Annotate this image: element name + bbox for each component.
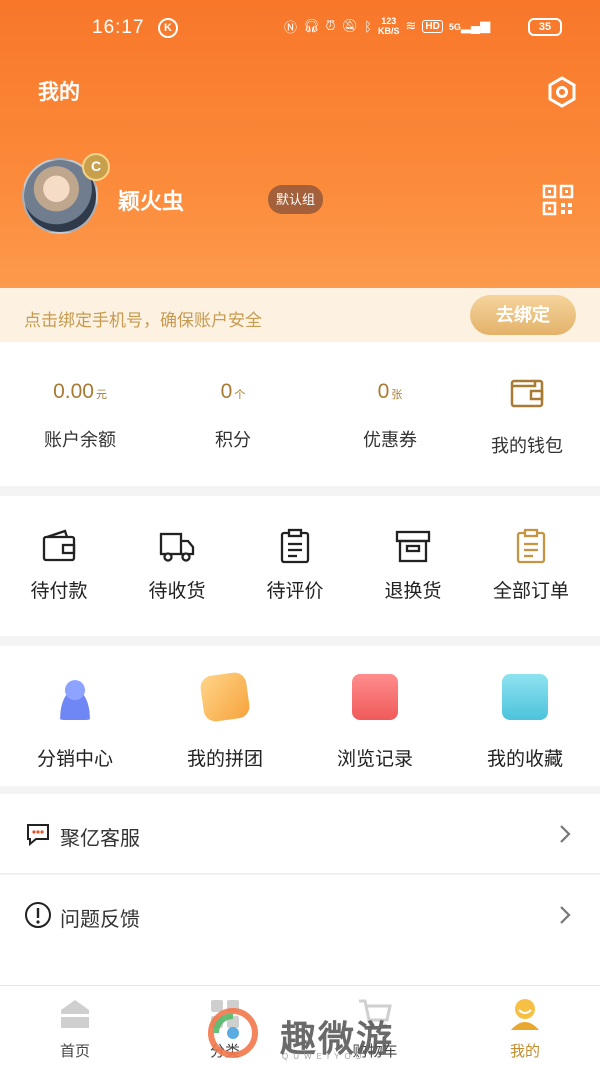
headphone-icon: 🎧︎ [303,18,320,33]
service-label: 我的收藏 [486,749,563,770]
qr-code-icon[interactable] [542,184,574,216]
coupons-amount: 0 [377,380,390,403]
service-group-buy[interactable]: 我的拼团 [150,646,300,786]
order-all[interactable]: 全部订单 [472,496,590,636]
exclamation-circle-icon [25,902,51,928]
alarm-icon: ⏰︎ [325,18,336,33]
clipboard-icon [280,528,310,564]
coupons-unit: 张 [391,389,403,401]
menu-label: 聚亿客服 [60,828,140,850]
balance-label: 账户余额 [44,430,116,450]
signal-type: 5G [448,22,461,32]
balance-unit: 元 [95,389,107,401]
tab-label: 我的 [509,1043,540,1060]
mute-icon: 🔕︎ [341,18,359,33]
coupons-label: 优惠券 [363,430,417,450]
order-label: 待收货 [148,581,206,602]
service-label: 我的拼团 [186,749,263,770]
favorites-folder-icon [502,674,548,720]
wifi-icon: ≋ [405,18,417,33]
group-badge: 默认组 [268,185,324,214]
asset-balance[interactable]: 0.00 元 账户余额 [5,342,155,486]
order-label: 待付款 [30,581,88,602]
hd-badge: HD [422,19,443,33]
status-icons: Ⓝ 🎧︎ ⏰︎ 🔕︎ ᛒ 123 KB/S ≋ HD 5G▂▄▆ [284,16,490,36]
watermark-logo [208,1008,258,1058]
chevron-right-icon [560,825,571,843]
signal-icon: 5G▂▄▆ [448,18,491,33]
truck-icon [159,532,195,562]
wallet-label: 我的钱包 [491,436,563,456]
status-bar: 16:17 K Ⓝ 🎧︎ ⏰︎ 🔕︎ ᛒ 123 KB/S ≋ HD 5G▂▄▆ … [0,12,600,46]
order-list-icon [516,528,546,564]
service-favorites[interactable]: 我的收藏 [450,646,600,786]
page-title: 我的 [38,81,80,104]
net-speed-value: 123 [381,16,397,26]
order-label: 待评价 [266,581,324,602]
assets-card: 0.00 元 账户余额 0个 积分 0张 优惠券 我的钱包 [0,342,600,486]
username[interactable]: 颖火虫 [118,184,184,216]
watermark-subtext: QUWEIYOU [282,1052,367,1061]
status-time: 16:17 [92,17,145,38]
order-pending-payment[interactable]: 待付款 [0,496,118,636]
bind-phone-message: 点击绑定手机号，确保账户安全 [24,311,262,330]
battery-icon: 35 [528,18,562,36]
menu-customer-service[interactable]: 聚亿客服 [0,794,600,874]
settings-icon[interactable] [546,76,578,108]
profile-header: 16:17 K Ⓝ 🎧︎ ⏰︎ 🔕︎ ᛒ 123 KB/S ≋ HD 5G▂▄▆ … [0,0,600,290]
net-speed-unit: KB/S [378,26,400,36]
profile-icon [511,999,539,1030]
nfc-icon: Ⓝ [284,19,298,35]
asset-coupons[interactable]: 0张 优惠券 [315,342,465,486]
points-unit: 个 [234,389,246,401]
distribution-user-icon [52,674,98,720]
menu-label: 问题反馈 [60,909,140,931]
watermark: 趣微游 QUWEIYOU [206,1006,396,1064]
tab-profile[interactable]: 我的 [450,986,600,1067]
points-value: 0个 [158,380,308,404]
chat-bubble-icon [27,824,49,847]
wallet-icon [510,379,544,408]
service-label: 浏览记录 [336,749,413,770]
bind-phone-button[interactable]: 去绑定 [470,295,576,335]
order-label: 退换货 [384,581,442,602]
asset-points[interactable]: 0个 积分 [158,342,308,486]
return-box-icon [395,530,431,563]
orders-card: 待付款 待收货 待评价 退换货 全部订单 [0,496,600,636]
home-icon [61,1000,89,1028]
points-label: 积分 [215,430,251,450]
service-label: 分销中心 [36,749,113,770]
coupons-value: 0张 [315,380,465,404]
chevron-right-icon [560,906,571,924]
status-app-icon: K [158,18,178,38]
service-distribution[interactable]: 分销中心 [0,646,150,786]
balance-value: 0.00 元 [5,380,155,404]
group-buy-icon [199,671,251,723]
history-icon [352,674,398,720]
menu-spacer [0,955,600,985]
tab-home[interactable]: 首页 [0,986,150,1067]
tab-label: 首页 [59,1043,90,1060]
asset-wallet[interactable]: 我的钱包 [452,342,600,486]
order-pending-receipt[interactable]: 待收货 [118,496,236,636]
balance-amount: 0.00 [53,380,94,403]
order-label: 全部订单 [492,581,569,602]
net-speed: 123 KB/S [378,16,400,36]
service-history[interactable]: 浏览记录 [300,646,450,786]
order-returns[interactable]: 退换货 [354,496,472,636]
points-amount: 0 [220,380,233,403]
bluetooth-icon: ᛒ [364,18,372,34]
services-card: 分销中心 我的拼团 浏览记录 我的收藏 [0,646,600,786]
order-pending-review[interactable]: 待评价 [236,496,354,636]
wallet-icon [42,529,76,562]
menu-feedback[interactable]: 问题反馈 [0,875,600,955]
avatar-level-badge: C [82,153,110,181]
